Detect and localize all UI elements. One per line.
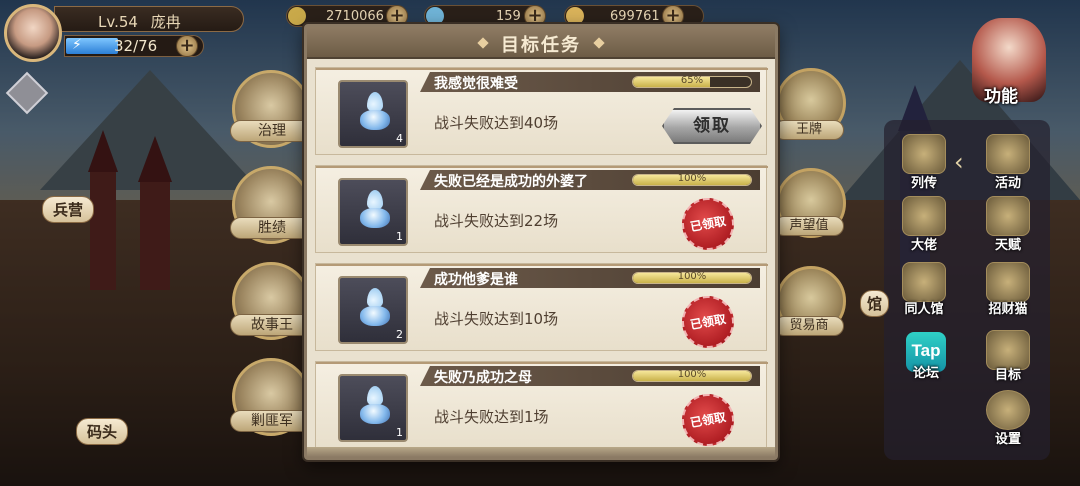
- claimed-stamp: 已领取: [677, 389, 739, 451]
- reward-count: 1: [396, 230, 403, 243]
- player-name: 庞冉: [150, 13, 181, 31]
- modal-bottom-frame: [307, 447, 775, 457]
- task-progress-text: 100%: [677, 173, 707, 184]
- menu-storyking[interactable]: 故事王: [230, 314, 314, 336]
- reward-count: 1: [396, 426, 403, 439]
- menu-trader[interactable]: 贸易商: [774, 316, 844, 336]
- task-progress-text: 65%: [680, 75, 704, 86]
- task-name: 我感觉很难受: [434, 76, 518, 92]
- chevron-left-icon[interactable]: ‹: [954, 148, 964, 176]
- star-badge-icon[interactable]: [986, 134, 1030, 174]
- reward-count: 2: [396, 328, 403, 341]
- player-level: Lv.54: [98, 13, 138, 31]
- task-row: 1 失败乃成功之母 100% 战斗失败达到1场 已领取: [315, 361, 768, 451]
- menu-events[interactable]: 活动: [978, 172, 1038, 191]
- menu-ace[interactable]: 王牌: [774, 120, 844, 140]
- menu-talent[interactable]: 天赋: [978, 234, 1038, 253]
- task-description: 战斗失败达到40场: [434, 114, 559, 132]
- player-level-name: Lv.54 庞冉: [98, 11, 181, 32]
- coin-icon: [566, 7, 584, 25]
- task-row: 2 成功他爹是谁 100% 战斗失败达到10场 已领取: [315, 263, 768, 353]
- add-energy-button[interactable]: +: [176, 35, 198, 57]
- task-progress-text: 100%: [677, 271, 707, 282]
- task-divider: [316, 264, 768, 266]
- potion-icon: [360, 386, 390, 426]
- task-name: 失败已经是成功的外婆了: [434, 174, 588, 190]
- gold-icon: [288, 7, 306, 25]
- task-name: 成功他爹是谁: [434, 272, 518, 288]
- map-label-hall[interactable]: 馆: [860, 290, 890, 317]
- player-avatar[interactable]: [4, 4, 62, 62]
- gem-icon: [426, 7, 444, 25]
- claimed-stamp: 已领取: [677, 291, 739, 353]
- menu-settings[interactable]: 设置: [978, 428, 1038, 447]
- menu-fan-gallery[interactable]: 同人馆: [894, 298, 954, 317]
- task-divider: [316, 166, 768, 168]
- gold-value: 2710066: [326, 9, 384, 24]
- talent-icon[interactable]: [986, 196, 1030, 236]
- gem-value: 159: [496, 9, 521, 24]
- potion-icon: [360, 288, 390, 328]
- menu-victories[interactable]: 胜绩: [230, 217, 314, 239]
- map-label-barracks[interactable]: 兵营: [42, 196, 95, 223]
- gallery-icon[interactable]: [902, 262, 946, 302]
- reward-item[interactable]: 4: [338, 80, 408, 148]
- gear-icon[interactable]: [986, 390, 1030, 430]
- boss-icon[interactable]: [902, 196, 946, 236]
- task-description: 战斗失败达到1场: [434, 408, 549, 426]
- map-label-dock[interactable]: 码头: [76, 418, 129, 445]
- claim-button[interactable]: 领取: [662, 108, 762, 144]
- task-name: 失败乃成功之母: [434, 370, 532, 386]
- lightning-icon: ⚡: [72, 37, 82, 53]
- task-divider: [316, 68, 768, 70]
- energy-value: 32/76: [114, 37, 158, 55]
- task-description: 战斗失败达到22场: [434, 212, 559, 230]
- task-divider: [316, 362, 768, 364]
- task-description: 战斗失败达到10场: [434, 310, 559, 328]
- reward-item[interactable]: 1: [338, 178, 408, 246]
- menu-boss[interactable]: 大佬: [894, 234, 954, 253]
- menu-governance[interactable]: 治理: [230, 120, 314, 142]
- coin-value: 699761: [610, 9, 660, 24]
- modal-header: 目标任务: [307, 27, 775, 59]
- claimed-stamp: 已领取: [677, 193, 739, 255]
- menu-forum[interactable]: 论坛: [896, 362, 956, 381]
- reward-count: 4: [396, 132, 403, 145]
- task-progress-text: 100%: [677, 369, 707, 380]
- goal-tasks-modal: 目标任务 4 我感觉很难受 65% 战斗失败达到40场 领取 1 失败已经是成功: [304, 24, 778, 460]
- function-label[interactable]: 功能: [984, 82, 1018, 107]
- reward-item[interactable]: 2: [338, 276, 408, 344]
- task-row: 1 失败已经是成功的外婆了 100% 战斗失败达到22场 已领取: [315, 165, 768, 255]
- potion-icon: [360, 92, 390, 132]
- menu-lucky-cat[interactable]: 招财猫: [978, 298, 1038, 317]
- potion-icon: [360, 190, 390, 230]
- lucky-cat-icon[interactable]: [986, 262, 1030, 302]
- modal-title: 目标任务: [501, 35, 581, 56]
- reward-item[interactable]: 1: [338, 374, 408, 442]
- menu-reputation[interactable]: 声望值: [774, 216, 844, 236]
- menu-biography[interactable]: 列传: [894, 172, 954, 191]
- task-row: 4 我感觉很难受 65% 战斗失败达到40场 领取: [315, 67, 768, 155]
- book-icon[interactable]: [902, 134, 946, 174]
- menu-bandit-army[interactable]: 剿匪军: [230, 410, 314, 432]
- menu-goals[interactable]: 目标: [978, 364, 1038, 383]
